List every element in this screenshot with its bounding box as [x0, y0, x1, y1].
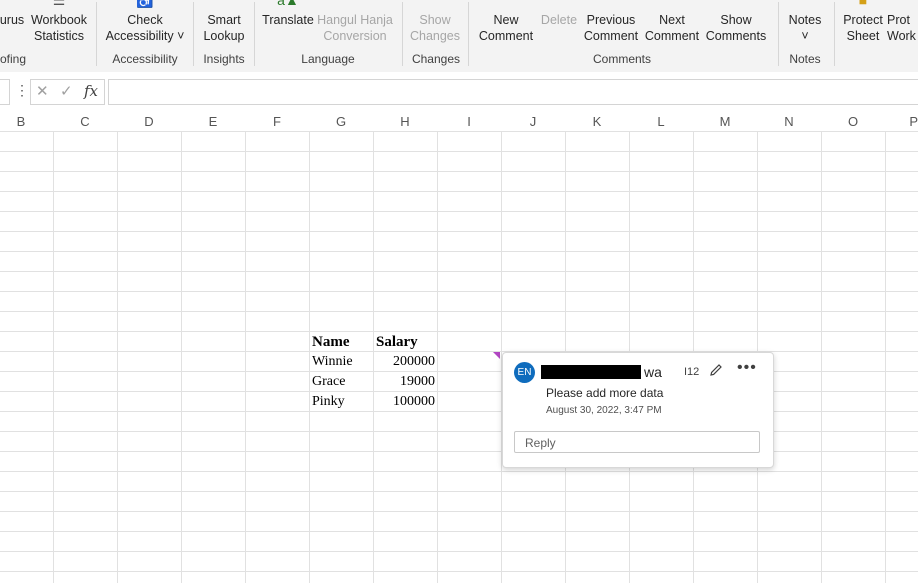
reply-input[interactable]: Reply [514, 431, 760, 453]
ribbon-separator [468, 2, 469, 66]
worksheet-grid[interactable] [0, 131, 918, 583]
formula-input[interactable] [108, 79, 918, 105]
column-header[interactable]: O [821, 114, 885, 129]
group-language: Language [301, 52, 355, 66]
smart-lookup-button[interactable]: Smart Lookup [198, 0, 250, 52]
cancel-icon[interactable]: ✕ [36, 82, 49, 100]
table-cell-name[interactable]: Grace [312, 372, 345, 392]
column-header[interactable]: I [437, 114, 501, 129]
column-header[interactable]: H [373, 114, 437, 129]
column-header[interactable]: N [757, 114, 821, 129]
column-header[interactable]: K [565, 114, 629, 129]
author-name-suffix: wa [644, 364, 662, 380]
column-header[interactable]: C [53, 114, 117, 129]
notes-button[interactable]: Notes ˅ [782, 0, 828, 52]
workbook-statistics-button[interactable]: ☰ Workbook Statistics [29, 0, 89, 52]
group-proofing: ofing [0, 52, 27, 66]
table-cell-salary[interactable]: 19000 [375, 372, 435, 392]
comment-date: August 30, 2022, 3:47 PM [546, 405, 662, 416]
next-comment-button[interactable]: Next Comment [643, 0, 701, 52]
table-cell-name[interactable]: Pinky [312, 392, 345, 412]
avatar: EN [514, 362, 535, 383]
insert-function-icon[interactable]: fx [84, 82, 98, 100]
column-header[interactable]: F [245, 114, 309, 129]
more-actions-icon[interactable]: ••• [737, 359, 757, 377]
protect-workbook-button[interactable]: Prot Work [887, 0, 918, 52]
previous-comment-button[interactable]: Previous Comment [580, 0, 642, 52]
thesaurus-button[interactable]: urus [0, 0, 26, 52]
hangul-hanja-conversion-button[interactable]: Hangul Hanja Conversion [316, 0, 394, 52]
column-header[interactable]: G [309, 114, 373, 129]
group-changes: Changes [411, 52, 461, 66]
table-cell-salary[interactable]: 100000 [375, 392, 435, 412]
ribbon: urus ☰ Workbook Statistics ofing ♿ Check… [0, 0, 918, 72]
enter-icon[interactable]: ✓ [60, 82, 73, 100]
ribbon-separator [193, 2, 194, 66]
ribbon-separator [254, 2, 255, 66]
ribbon-separator [96, 2, 97, 66]
table-cell-salary[interactable]: 200000 [375, 352, 435, 372]
show-comments-button[interactable]: Show Comments [702, 0, 770, 52]
group-notes: Notes [789, 52, 821, 66]
column-header[interactable]: L [629, 114, 693, 129]
column-header[interactable]: B [0, 114, 53, 129]
column-headers: B C D E F G H I J K L M N O P [0, 112, 918, 132]
accessibility-icon: ♿ [136, 0, 154, 8]
group-accessibility: Accessibility [112, 52, 178, 66]
workbook-statistics-icon: ☰ [52, 0, 66, 8]
translate-icon: a▲ [277, 0, 299, 8]
ribbon-separator [778, 2, 779, 66]
group-insights: Insights [203, 52, 245, 66]
check-accessibility-button[interactable]: ♿ Check Accessibility ˅ [104, 0, 186, 52]
column-header[interactable]: E [181, 114, 245, 129]
protect-sheet-button[interactable]: ■ Protect Sheet [840, 0, 886, 52]
comment-cell-reference: I12 [684, 366, 700, 378]
table-header-name[interactable]: Name [312, 332, 350, 352]
delete-comment-button[interactable]: Delete [538, 0, 580, 52]
more-options-icon[interactable]: ⋮ [15, 82, 29, 99]
ribbon-separator [834, 2, 835, 66]
column-header[interactable]: M [693, 114, 757, 129]
redacted-author-name [541, 365, 641, 379]
group-comments: Comments [592, 52, 651, 66]
column-header[interactable]: P [885, 114, 918, 129]
comment-indicator[interactable] [493, 352, 500, 359]
table-cell-name[interactable]: Winnie [312, 352, 353, 372]
formula-bar-buttons: ✕ ✓ fx [30, 79, 105, 105]
name-box[interactable] [0, 79, 10, 105]
translate-button[interactable]: a▲ Translate [260, 0, 316, 52]
lock-sheet-icon: ■ [858, 0, 868, 8]
comment-card: EN wa I12 ••• Please add more data Augus… [502, 352, 774, 468]
show-changes-button[interactable]: Show Changes [408, 0, 462, 52]
table-header-salary[interactable]: Salary [376, 332, 418, 352]
column-header[interactable]: D [117, 114, 181, 129]
edit-icon[interactable] [708, 362, 724, 378]
ribbon-separator [402, 2, 403, 66]
new-comment-button[interactable]: New Comment [474, 0, 538, 52]
column-header[interactable]: J [501, 114, 565, 129]
comment-text: Please add more data [546, 386, 664, 400]
